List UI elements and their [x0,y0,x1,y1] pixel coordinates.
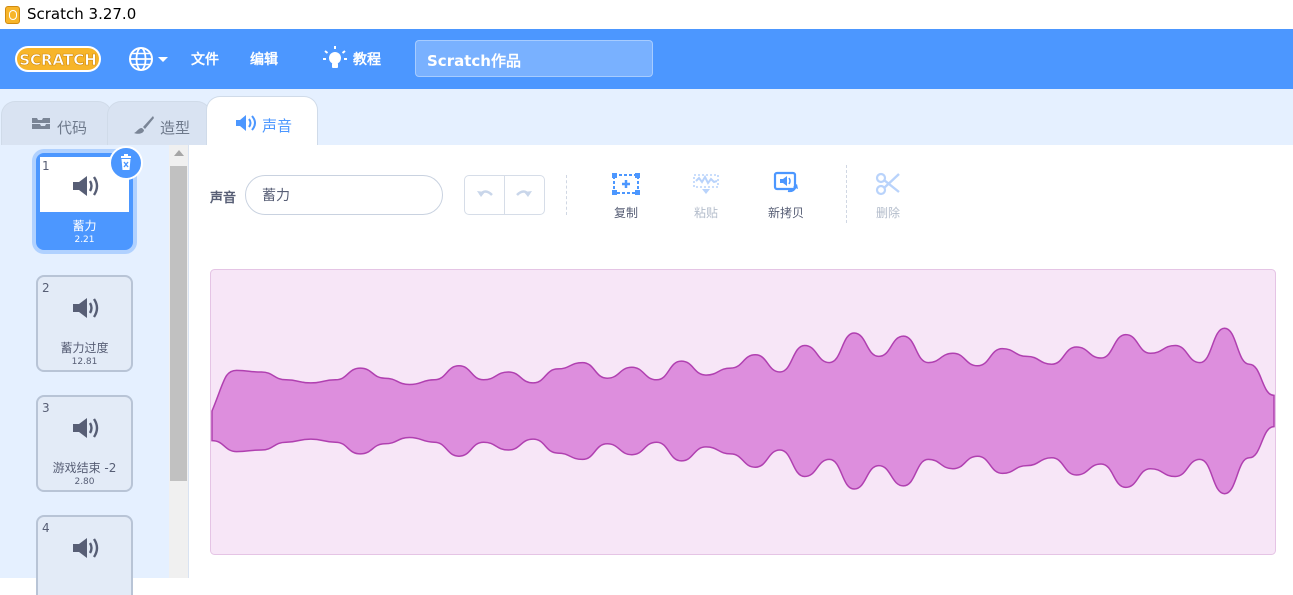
menu-file[interactable]: 文件 [191,49,219,69]
sound-name: 蓄力过度 [60,341,109,355]
copy-to-new-label: 新拷贝 [767,206,804,220]
toolbar-separator [566,175,568,215]
scissors-icon [875,172,900,196]
editor-tabs: 代码 造型 声音 [0,89,1293,146]
sound-name-input[interactable] [245,175,443,215]
sound-item-3[interactable]: 3 游戏结束 -2 2.80 [36,395,133,492]
lightbulb-icon[interactable] [322,45,348,73]
logo-text: SCRATCH [19,51,97,69]
sound-number: 2 [42,281,50,295]
sound-name-label: 声音 [210,191,237,206]
sound-duration: 2.80 [74,477,95,487]
tab-costumes-label: 造型 [160,119,191,137]
delete-sound-button[interactable] [109,146,143,180]
speaker-icon [73,176,99,196]
undo-redo-divider [504,176,505,214]
sound-number: 3 [42,401,50,415]
undo-icon[interactable] [475,186,495,204]
copy-to-new-icon [773,171,798,193]
sound-editor: 声音 复制 粘贴 [189,145,1293,578]
copy-button[interactable]: 复制 [596,171,656,221]
tab-code-label: 代码 [57,119,88,137]
menu-bar: SCRATCH 文件 编辑 教程 Scratch作品 [0,29,1293,89]
sound-duration: 2.21 [74,235,95,245]
redo-icon[interactable] [514,186,534,204]
scratch-app-icon [5,6,20,24]
paste-icon [693,174,719,194]
brush-icon [134,116,154,134]
undo-redo-group [464,175,545,215]
toolbar-separator [846,165,848,223]
speaker-icon [236,115,256,131]
code-blocks-icon [32,118,50,129]
sound-name: 蓄力 [72,219,97,233]
tab-sounds[interactable]: 声音 [206,96,318,146]
sound-duration: 12.81 [71,357,98,367]
trash-icon [121,154,131,170]
copy-label: 复制 [613,206,638,220]
copy-icon [612,173,640,195]
sound-list: 1 蓄力 2.21 2 蓄力过度 12.81 3 游戏结束 -2 2.80 4 [0,145,189,595]
waveform-container[interactable] [210,269,1276,555]
copy-to-new-button[interactable]: 新拷贝 [756,171,816,221]
speaker-icon [73,418,99,438]
sound-list-scrollbar[interactable] [169,145,188,578]
language-globe-icon[interactable] [128,46,170,72]
scrollbar-thumb[interactable] [170,166,187,481]
scroll-up-arrow-icon[interactable] [174,150,184,156]
sound-item-4[interactable]: 4 [36,515,133,595]
menu-edit[interactable]: 编辑 [250,49,278,69]
window-titlebar: Scratch 3.27.0 [0,0,1293,29]
speaker-icon [73,298,99,318]
scratch-logo[interactable]: SCRATCH [14,43,102,75]
sound-number: 1 [42,159,50,173]
sound-name: 游戏结束 -2 [52,461,117,475]
speaker-icon [73,538,99,558]
sound-item-2[interactable]: 2 蓄力过度 12.81 [36,275,133,372]
paste-label: 粘贴 [693,206,718,220]
sound-number: 4 [42,521,50,535]
delete-button[interactable]: 删除 [858,171,918,221]
delete-label: 删除 [875,206,900,220]
tab-costumes[interactable]: 造型 [107,101,211,145]
paste-button[interactable]: 粘贴 [676,171,736,221]
project-title-input[interactable]: Scratch作品 [415,40,653,77]
tab-sounds-label: 声音 [262,117,293,135]
tab-code[interactable]: 代码 [1,101,112,145]
window-title: Scratch 3.27.0 [27,5,137,23]
menu-tutorials[interactable]: 教程 [353,49,381,69]
